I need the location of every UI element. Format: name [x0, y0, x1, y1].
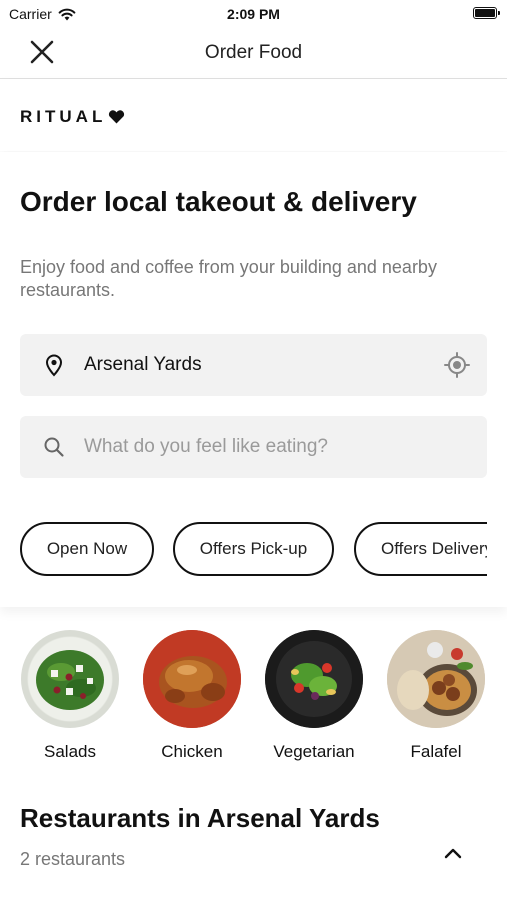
- category-label: Falafel: [410, 742, 462, 761]
- location-field[interactable]: Arsenal Yards: [20, 334, 487, 396]
- category-chicken[interactable]: Chicken: [137, 630, 247, 762]
- nav-bar: Order Food: [0, 28, 507, 79]
- category-label: Vegetarian: [273, 742, 355, 761]
- battery-icon: [473, 7, 500, 19]
- vegetarian-image: [265, 630, 363, 728]
- restaurants-section-title: Restaurants in Arsenal Yards: [20, 803, 380, 833]
- category-vegetarian[interactable]: Vegetarian: [259, 630, 369, 762]
- category-falafel[interactable]: Falafel: [381, 630, 491, 762]
- subtitle: Enjoy food and coffee from your building…: [20, 257, 437, 300]
- search-field: [20, 416, 487, 478]
- category-label: Salads: [44, 742, 96, 761]
- heart-icon: [109, 110, 125, 124]
- search-input[interactable]: [84, 430, 464, 464]
- brand-name: RITUAL: [20, 107, 107, 126]
- location-value: Arsenal Yards: [84, 354, 202, 375]
- location-pin-icon: [45, 354, 63, 377]
- filter-offers-pickup[interactable]: Offers Pick-up: [173, 522, 334, 576]
- search-icon: [44, 437, 64, 457]
- chicken-image: [143, 630, 241, 728]
- falafel-image: [387, 630, 485, 728]
- chevron-up-icon[interactable]: [441, 843, 465, 863]
- category-salads[interactable]: Salads: [15, 630, 125, 762]
- brand-logo: RITUAL: [20, 107, 125, 127]
- current-location-icon[interactable]: [444, 352, 470, 378]
- brand-bar: RITUAL: [0, 79, 507, 151]
- page-title: Order Food: [204, 42, 303, 63]
- category-label: Chicken: [161, 742, 223, 761]
- salads-image: [21, 630, 119, 728]
- filter-chips: Open Now Offers Pick-up Offers Delivery: [20, 522, 487, 578]
- status-bar: Carrier 2:09 PM: [0, 0, 507, 28]
- hero-card: Order local takeout & delivery Enjoy foo…: [0, 152, 507, 607]
- headline: Order local takeout & delivery: [20, 186, 417, 217]
- filter-open-now[interactable]: Open Now: [20, 522, 154, 576]
- category-carousel: Salads Chicken Vegetarian Falafel: [0, 630, 507, 770]
- status-time: 2:09 PM: [227, 6, 280, 22]
- filter-offers-delivery[interactable]: Offers Delivery: [354, 522, 487, 576]
- restaurants-count: 2 restaurants: [20, 849, 126, 869]
